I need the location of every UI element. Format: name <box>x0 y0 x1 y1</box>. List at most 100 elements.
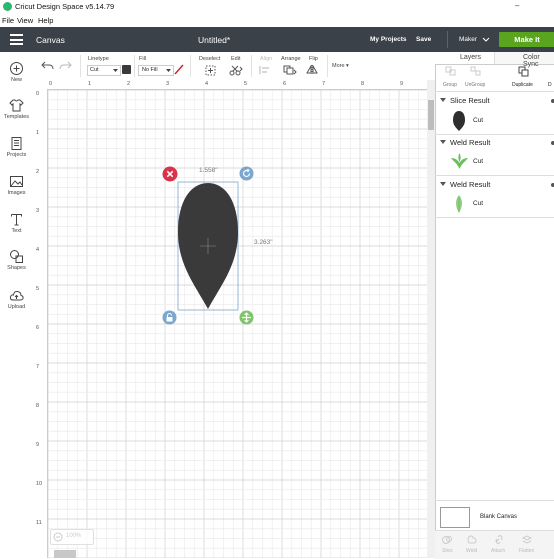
slice-button[interactable]: Slice <box>442 548 453 554</box>
attach-button[interactable]: Attach <box>491 548 505 554</box>
tab-layers[interactable]: Layers <box>460 54 481 61</box>
flatten-icon[interactable] <box>522 535 532 544</box>
plus-icon <box>10 62 23 75</box>
layer-group-weld-result-2[interactable]: Weld Result <box>450 180 490 189</box>
minimize-button[interactable]: – <box>515 1 519 10</box>
sidebar-item-label: Shapes <box>7 265 26 271</box>
vertical-scrollbar-thumb[interactable] <box>428 100 434 130</box>
ruler-left: 0 1 2 3 4 5 6 7 8 9 10 11 <box>33 89 48 558</box>
align-label[interactable]: Align <box>260 56 272 62</box>
ruler-left-number: 1 <box>36 130 40 136</box>
app-header: Canvas Untitled* My Projects Save Maker <box>0 27 554 52</box>
layer-thumbnail-leaf <box>456 195 462 213</box>
linetype-select[interactable]: Cut <box>87 65 121 76</box>
ruler-top-number: 5 <box>244 81 248 87</box>
more-button[interactable]: More ▾ <box>332 63 349 69</box>
weld-button[interactable]: Weld <box>466 548 477 554</box>
ruler-left-number: 7 <box>36 364 40 370</box>
make-it-button[interactable]: Make It <box>499 32 554 47</box>
ruler-top-number: 9 <box>400 81 404 87</box>
menu-help[interactable]: Help <box>38 16 53 25</box>
sidebar-item-projects[interactable]: Projects <box>0 136 33 158</box>
redo-icon[interactable] <box>59 60 72 70</box>
menu-file[interactable]: File <box>2 16 14 25</box>
sidebar-item-label: Templates <box>3 114 30 120</box>
ruler-left-number: 8 <box>36 403 40 409</box>
ruler-left-number: 5 <box>36 286 40 292</box>
group-button[interactable]: Group <box>443 82 457 88</box>
duplicate-button[interactable]: Duplicate <box>512 82 533 88</box>
zoom-out-icon[interactable] <box>53 532 63 542</box>
zoom-level: 100% <box>66 533 82 539</box>
fill-select[interactable]: No Fill <box>138 65 174 76</box>
edit-label[interactable]: Edit <box>231 56 240 62</box>
chevron-down-icon <box>166 69 171 72</box>
shirt-icon <box>9 99 24 112</box>
save-button[interactable]: Save <box>416 36 431 43</box>
chevron-down-icon <box>482 37 490 42</box>
flip-label[interactable]: Flip <box>309 56 318 62</box>
menu-view[interactable]: View <box>17 16 33 25</box>
cloud-upload-icon <box>9 290 24 301</box>
duplicate-icon[interactable] <box>518 66 530 77</box>
sidebar-item-new[interactable]: New <box>0 61 33 83</box>
flip-icon[interactable] <box>306 65 322 75</box>
ruler-left-number: 2 <box>36 169 40 175</box>
deselect-label[interactable]: Deselect <box>199 56 220 62</box>
layer-group-weld-result[interactable]: Weld Result <box>450 138 490 147</box>
resize-handle-icon[interactable] <box>239 310 254 325</box>
undo-icon[interactable] <box>41 60 54 70</box>
layer-group-slice-result[interactable]: Slice Result <box>450 96 490 105</box>
window-title: Cricut Design Space v5.14.79 <box>15 2 115 11</box>
attach-icon[interactable] <box>494 535 504 544</box>
weld-icon[interactable] <box>467 535 477 544</box>
document-title: Untitled* <box>198 35 231 45</box>
scissors-icon[interactable] <box>229 65 243 76</box>
vertical-scrollbar[interactable] <box>427 80 435 558</box>
linetype-color-swatch[interactable] <box>122 65 131 74</box>
menubar: File View Help <box>0 14 554 28</box>
sidebar-item-images[interactable]: Images <box>0 174 33 196</box>
sidebar-item-templates[interactable]: Templates <box>0 98 33 120</box>
sidebar-item-upload[interactable]: Upload <box>0 288 33 310</box>
visibility-eye-icon[interactable] <box>549 97 554 105</box>
sidebar-item-shapes[interactable]: Shapes <box>0 249 33 271</box>
ruler-top-number: 1 <box>88 81 92 87</box>
collapse-arrow-icon[interactable] <box>440 182 446 187</box>
toolbar-divider <box>80 55 81 77</box>
arrange-icon[interactable] <box>283 65 297 75</box>
lock-handle-icon[interactable] <box>162 310 177 325</box>
text-icon <box>11 214 22 226</box>
blank-canvas-swatch[interactable] <box>440 507 470 528</box>
layer-item-label: Cut <box>473 117 484 124</box>
group-icon[interactable] <box>445 66 457 77</box>
ungroup-icon[interactable] <box>470 66 482 77</box>
linetype-value: Cut <box>90 67 99 73</box>
linetype-label: Linetype <box>88 56 109 62</box>
horizontal-scrollbar-thumb[interactable] <box>54 550 76 558</box>
delete-button[interactable]: D <box>548 82 552 88</box>
chevron-down-icon <box>113 69 118 72</box>
fill-value: No Fill <box>142 67 158 73</box>
rotate-handle-icon[interactable] <box>239 166 254 181</box>
sidebar-item-label: New <box>10 77 22 83</box>
ungroup-button[interactable]: UnGroup <box>465 82 485 88</box>
arrange-label[interactable]: Arrange <box>281 56 301 62</box>
align-icon[interactable] <box>259 65 273 75</box>
slice-icon[interactable] <box>442 535 452 544</box>
deselect-icon[interactable] <box>205 65 216 76</box>
no-fill-icon[interactable] <box>174 64 184 75</box>
ruler-top-number: 0 <box>49 81 53 87</box>
visibility-eye-icon[interactable] <box>549 181 554 189</box>
visibility-eye-icon[interactable] <box>549 139 554 147</box>
my-projects-button[interactable]: My Projects <box>370 36 407 43</box>
delete-handle-icon[interactable] <box>162 166 178 182</box>
collapse-arrow-icon[interactable] <box>440 140 446 145</box>
machine-selector[interactable]: Maker <box>459 36 477 43</box>
hamburger-menu-icon[interactable] <box>10 34 23 45</box>
collapse-arrow-icon[interactable] <box>440 98 446 103</box>
ruler-left-number: 3 <box>36 208 40 214</box>
toolbar-divider <box>134 55 135 77</box>
flatten-button[interactable]: Flatten <box>519 548 534 554</box>
sidebar-item-text[interactable]: Text <box>0 212 33 234</box>
